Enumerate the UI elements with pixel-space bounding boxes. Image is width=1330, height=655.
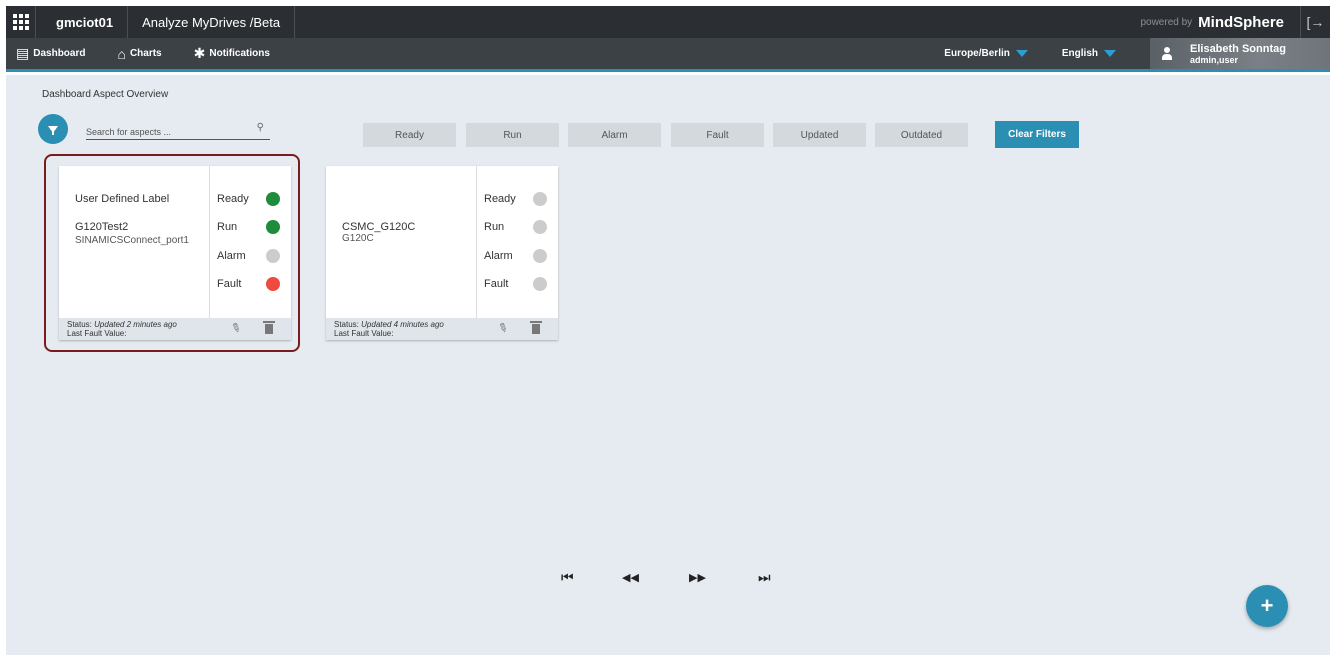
nav-notifications[interactable]: ✱ Notifications (194, 38, 270, 69)
card-status-text: Status: Updated 4 minutes ago Last Fault… (334, 320, 444, 338)
edit-icon[interactable]: ✎ (496, 320, 511, 337)
timezone-select[interactable]: Europe/Berlin (944, 48, 1028, 59)
nav-dashboard[interactable]: ▤ Dashboard (16, 38, 85, 69)
timezone-value: Europe/Berlin (944, 48, 1010, 59)
status-fault-label: Fault (484, 278, 509, 290)
chevron-down-icon (1015, 50, 1028, 57)
grid-icon (12, 14, 29, 30)
previous-page-icon[interactable]: ◀◀ (622, 571, 639, 584)
filter-outdated[interactable]: Outdated (875, 123, 968, 147)
card-footer: Status: Updated 2 minutes ago Last Fault… (59, 318, 291, 340)
last-page-icon[interactable]: ⏭ (758, 569, 771, 586)
status-fault-label: Fault (217, 278, 242, 290)
nav-dashboard-label: Dashboard (33, 48, 86, 59)
filter-alarm[interactable]: Alarm (568, 123, 661, 147)
card-label: User Defined Label (75, 193, 170, 205)
nav-notifications-label: Notifications (209, 48, 270, 59)
status-alarm-dot (533, 249, 547, 263)
search-box: ⚲ (86, 122, 270, 140)
status-ready-label: Ready (217, 193, 249, 205)
language-value: English (1061, 48, 1098, 59)
edit-icon[interactable]: ✎ (229, 320, 244, 337)
gear-icon: ✱ (193, 45, 206, 61)
status-run-dot (533, 220, 547, 234)
status-alarm-label: Alarm (217, 250, 246, 262)
trash-icon[interactable] (530, 321, 542, 334)
main-content: Dashboard Aspect Overview ⚲ Ready Run Al… (6, 75, 1330, 655)
card-name: CSMC_G120C (342, 221, 416, 233)
status-alarm-dot (266, 249, 280, 263)
first-page-icon[interactable]: ⏮ (561, 569, 574, 586)
page-title: Dashboard Aspect Overview (42, 89, 169, 100)
filter-ready[interactable]: Ready (363, 123, 456, 147)
logout-icon[interactable]: [→ (1300, 6, 1330, 38)
card-status-text: Status: Updated 2 minutes ago Last Fault… (67, 320, 177, 338)
funnel-icon (48, 125, 58, 135)
dashboard-icon: ▤ (16, 45, 30, 61)
filter-updated[interactable]: Updated (773, 123, 866, 147)
brand-logo: MindSphere (1198, 13, 1284, 31)
search-input[interactable] (86, 127, 246, 137)
app-name[interactable]: Analyze MyDrives /Beta (128, 6, 296, 38)
user-menu[interactable]: Elisabeth Sonntag admin,user (1150, 38, 1330, 69)
status-fault-dot (533, 277, 547, 291)
aspect-card[interactable]: User Defined Label G120Test2 SINAMICSCon… (59, 166, 291, 340)
top-bar: gmciot01 Analyze MyDrives /Beta powered … (6, 6, 1330, 38)
aspect-card[interactable]: CSMC_G120C G120C Ready Run Alarm Fault S… (326, 166, 558, 340)
chevron-down-icon (1104, 50, 1116, 57)
nav-bar: ▤ Dashboard ⌂ Charts ✱ Notifications Eur… (6, 38, 1330, 72)
status-ready-dot (533, 192, 547, 206)
powered-by-text: powered by (1140, 16, 1193, 28)
status-ready-label: Ready (484, 193, 516, 205)
status-run-dot (266, 220, 280, 234)
avatar-icon (1160, 46, 1174, 62)
user-role: admin,user (1190, 54, 1239, 65)
nav-charts-label: Charts (129, 48, 162, 59)
card-footer: Status: Updated 4 minutes ago Last Fault… (326, 318, 558, 340)
filter-button[interactable] (38, 114, 68, 144)
status-run-label: Run (217, 221, 238, 233)
clear-filters-button[interactable]: Clear Filters (995, 121, 1079, 148)
card-subname: SINAMICSConnect_port1 (75, 235, 189, 246)
card-subname: G120C (342, 233, 374, 244)
status-fault-dot (266, 277, 280, 291)
user-name: Elisabeth Sonntag (1190, 42, 1286, 55)
trash-icon[interactable] (263, 321, 275, 334)
filter-run[interactable]: Run (466, 123, 559, 147)
charts-icon: ⌂ (117, 45, 126, 62)
language-select[interactable]: English (1062, 48, 1116, 59)
next-page-icon[interactable]: ▶▶ (689, 571, 706, 584)
filter-fault[interactable]: Fault (671, 123, 764, 147)
nav-charts[interactable]: ⌂ Charts (117, 38, 161, 69)
card-name: G120Test2 (75, 221, 129, 233)
add-button[interactable]: + (1246, 585, 1288, 627)
app-launcher-button[interactable] (6, 6, 36, 38)
tenant-name[interactable]: gmciot01 (36, 6, 129, 38)
status-alarm-label: Alarm (484, 250, 513, 262)
status-ready-dot (266, 192, 280, 206)
search-icon[interactable]: ⚲ (257, 122, 264, 133)
status-run-label: Run (484, 221, 505, 233)
